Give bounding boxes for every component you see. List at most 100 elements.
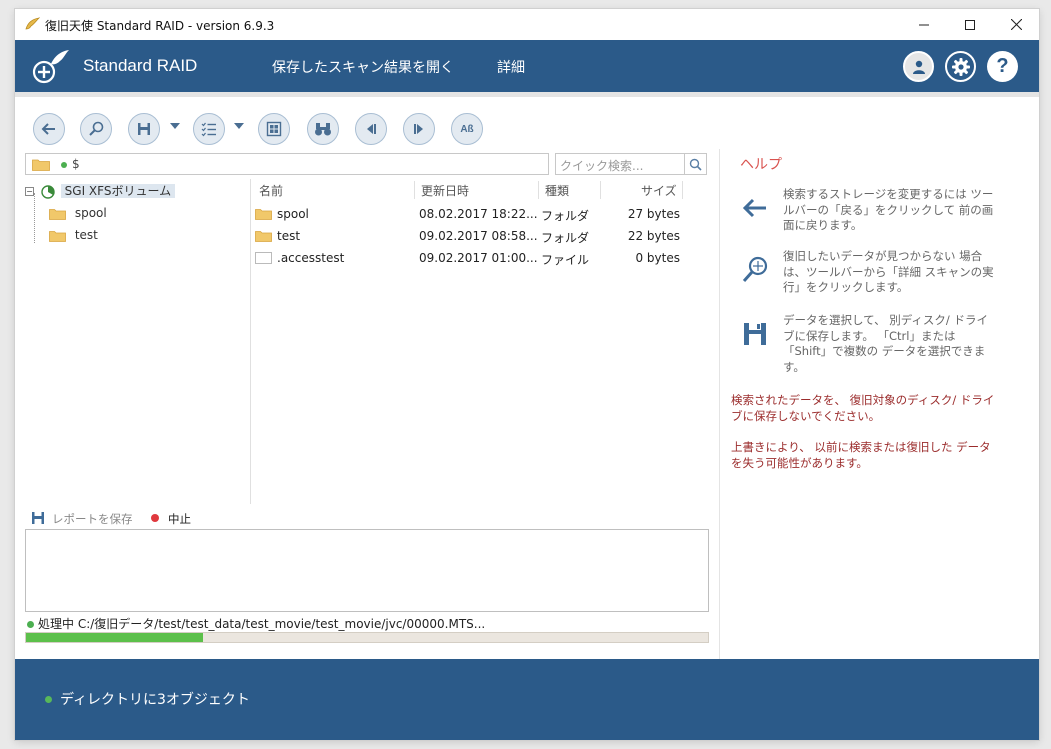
file-type: ファイル xyxy=(541,253,590,267)
back-arrow-icon xyxy=(41,123,55,135)
save-disk-icon xyxy=(138,123,150,135)
settings-button[interactable] xyxy=(945,51,976,82)
file-size: 27 bytes xyxy=(627,207,680,221)
help-title: ヘルプ xyxy=(740,157,782,173)
file-size: 22 bytes xyxy=(627,229,680,243)
back-button[interactable] xyxy=(33,113,65,145)
status-dot xyxy=(45,696,52,703)
preview-button[interactable] xyxy=(258,113,290,145)
file-type: フォルダ xyxy=(541,209,590,223)
file-name: .accesstest xyxy=(277,251,345,265)
processing-status: 処理中 C:/復旧データ/test/test_data/test_movie/t… xyxy=(27,615,485,632)
tree-node-spool[interactable]: spool xyxy=(49,203,107,223)
save-disk-icon[interactable] xyxy=(31,511,45,525)
find-next-button[interactable] xyxy=(403,113,435,145)
close-icon xyxy=(1010,19,1022,30)
status-text: ディレクトリに3オブジェクト xyxy=(60,692,250,708)
maximize-button[interactable] xyxy=(947,9,993,40)
help-button[interactable]: ? xyxy=(987,51,1018,82)
column-separator[interactable] xyxy=(538,181,539,199)
column-size[interactable]: サイズ xyxy=(641,182,677,199)
search-input[interactable]: クイック検索... xyxy=(560,157,643,174)
folder-icon xyxy=(32,159,50,171)
previous-icon xyxy=(367,124,376,134)
text-case-icon: Aß xyxy=(460,123,474,135)
tree-root-label: SGI XFSボリューム xyxy=(60,184,176,198)
folder-icon xyxy=(49,230,66,242)
title-bar: 復旧天使 Standard RAID - version 6.9.3 xyxy=(15,9,1039,40)
file-list-header: 名前 更新日時 種類 サイズ xyxy=(251,179,685,201)
table-row[interactable]: .accesstest 09.02.2017 01:00... ファイル 0 b… xyxy=(251,247,685,269)
file-size: 0 bytes xyxy=(635,251,680,265)
help-warning: 上書きにより、 以前に検索または復旧した データを失う可能性があります。 xyxy=(731,440,991,470)
volume-icon xyxy=(41,184,55,199)
deep-scan-button[interactable] xyxy=(80,113,112,145)
progress-bar xyxy=(25,632,709,643)
next-icon xyxy=(414,124,423,134)
user-button[interactable] xyxy=(903,51,934,82)
user-icon xyxy=(912,60,925,74)
file-type: フォルダ xyxy=(541,231,590,245)
status-dot xyxy=(27,621,34,628)
save-dropdown-arrow[interactable] xyxy=(170,123,180,129)
window-title: 復旧天使 Standard RAID - version 6.9.3 xyxy=(45,19,275,33)
folder-tree: − SGI XFSボリューム spool test xyxy=(25,179,250,504)
file-icon xyxy=(255,252,272,264)
toolbar: Aß xyxy=(15,109,715,147)
brand-name: Standard RAID xyxy=(83,56,198,75)
column-type[interactable]: 種類 xyxy=(545,182,569,199)
search-icon xyxy=(689,158,702,171)
details-menu[interactable]: 詳細 xyxy=(497,57,525,77)
progress-fill xyxy=(26,633,204,642)
app-header: Standard RAID 保存したスキャン結果を開く 詳細 ? xyxy=(15,40,1039,92)
close-button[interactable] xyxy=(993,9,1039,40)
path-bar[interactable]: $ xyxy=(25,153,549,175)
match-case-button[interactable]: Aß xyxy=(451,113,483,145)
table-row[interactable]: test 09.02.2017 08:58... フォルダ 22 bytes xyxy=(251,225,685,247)
help-text: 検索するストレージを変更するには ツールバーの「戻る」をクリックして 前の画面に… xyxy=(783,187,994,232)
header-divider xyxy=(15,92,1039,97)
file-date: 09.02.2017 01:00... xyxy=(419,251,538,265)
preview-grid-icon xyxy=(266,121,282,137)
view-dropdown-arrow[interactable] xyxy=(234,123,244,129)
log-toolbar: レポートを保存 中止 xyxy=(25,509,709,527)
magnifier-icon xyxy=(89,121,104,136)
magnifier-icon xyxy=(742,256,768,282)
gear-icon xyxy=(951,57,970,76)
save-disk-icon xyxy=(744,323,766,345)
question-icon: ? xyxy=(996,55,1009,77)
file-name: test xyxy=(277,229,301,243)
save-report-button[interactable]: レポートを保存 xyxy=(52,511,133,527)
stop-button[interactable]: 中止 xyxy=(168,511,191,527)
checklist-icon xyxy=(201,122,216,137)
list-view-button[interactable] xyxy=(193,113,225,145)
minimize-button[interactable] xyxy=(901,9,947,40)
column-modified[interactable]: 更新日時 xyxy=(421,182,469,199)
log-output[interactable] xyxy=(25,529,709,612)
save-button[interactable] xyxy=(128,113,160,145)
tree-node-test[interactable]: test xyxy=(49,225,98,245)
find-button[interactable] xyxy=(307,113,339,145)
brand-logo-icon xyxy=(32,50,69,84)
status-dot xyxy=(61,162,67,168)
back-arrow-icon xyxy=(742,198,766,218)
app-window: 復旧天使 Standard RAID - version 6.9.3 Stand… xyxy=(15,9,1039,740)
processing-text: 処理中 C:/復旧データ/test/test_data/test_movie/t… xyxy=(38,617,486,631)
tree-node-root[interactable]: − SGI XFSボリューム xyxy=(25,181,176,201)
folder-icon xyxy=(255,231,272,242)
minimize-icon xyxy=(919,24,929,25)
find-previous-button[interactable] xyxy=(355,113,387,145)
stop-icon xyxy=(151,514,159,522)
folder-icon xyxy=(49,208,66,220)
search-button[interactable] xyxy=(684,154,706,174)
column-separator[interactable] xyxy=(414,181,415,199)
folder-icon xyxy=(255,209,272,220)
column-name[interactable]: 名前 xyxy=(259,182,283,199)
tree-node-label: spool xyxy=(74,206,107,220)
help-text: データを選択して、 別ディスク/ ドライブに保存します。 「Ctrl」または「S… xyxy=(783,313,988,374)
open-saved-scan-menu[interactable]: 保存したスキャン結果を開く xyxy=(272,57,454,77)
table-row[interactable]: spool 08.02.2017 18:22... フォルダ 27 bytes xyxy=(251,203,685,225)
column-separator[interactable] xyxy=(600,181,601,199)
column-separator[interactable] xyxy=(682,181,683,199)
angel-wing-icon xyxy=(25,17,40,30)
